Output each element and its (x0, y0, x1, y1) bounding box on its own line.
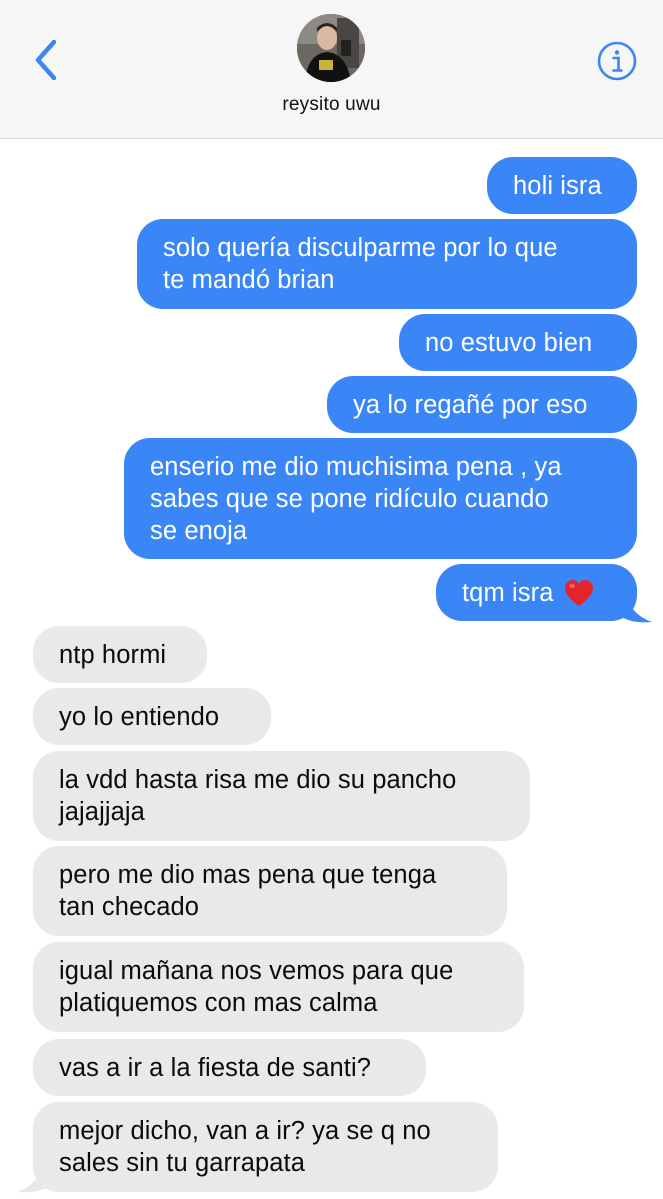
sent-message[interactable]: tqm isra (436, 564, 637, 621)
sent-bubble-tail (618, 596, 652, 623)
message-text: pero me dio mas pena que tenga tan checa… (59, 861, 437, 921)
message-text: igual mañana nos vemos para que platique… (59, 957, 454, 1017)
message-text: la vdd hasta risa me dio su pancho jajaj… (59, 766, 457, 826)
sent-message[interactable]: holi isra (487, 157, 637, 214)
received-bubble-tail (17, 1166, 51, 1193)
message-text: holi isra (513, 171, 602, 200)
message-text: vas a ir a la fiesta de santi? (59, 1053, 372, 1082)
conversation-header: reysito uwu (0, 0, 663, 139)
received-message[interactable]: vas a ir a la fiesta de santi? (33, 1039, 426, 1096)
message-text: ntp hormi (59, 640, 167, 669)
avatar-photo (297, 14, 365, 82)
info-icon (597, 41, 637, 81)
received-message[interactable]: pero me dio mas pena que tenga tan checa… (33, 846, 507, 936)
sent-message[interactable]: solo quería disculparme por lo que te ma… (137, 219, 637, 309)
message-text: solo quería disculparme por lo que te ma… (163, 234, 558, 294)
back-button[interactable] (28, 36, 68, 84)
contact-name[interactable]: reysito uwu (0, 94, 663, 116)
message-text: no estuvo bien (425, 328, 593, 357)
sent-message[interactable]: ya lo regañé por eso (327, 376, 637, 433)
avatar[interactable] (297, 14, 365, 82)
sent-message[interactable]: no estuvo bien (399, 314, 637, 371)
info-button[interactable] (596, 40, 638, 82)
received-message[interactable]: yo lo entiendo (33, 688, 271, 745)
red-heart-icon (565, 579, 594, 606)
message-text: tqm isra (462, 578, 554, 607)
received-message[interactable]: igual mañana nos vemos para que platique… (33, 942, 524, 1032)
received-message[interactable]: ntp hormi (33, 626, 207, 683)
chevron-left-icon (35, 39, 57, 81)
received-message[interactable]: mejor dicho, van a ir? ya se q no sales … (33, 1102, 498, 1192)
message-text: enserio me dio muchisima pena , ya sabes… (150, 452, 562, 545)
message-text: ya lo regañé por eso (353, 390, 588, 419)
message-text: yo lo entiendo (59, 702, 220, 731)
received-message[interactable]: la vdd hasta risa me dio su pancho jajaj… (33, 751, 530, 841)
sent-message[interactable]: enserio me dio muchisima pena , ya sabes… (124, 438, 637, 559)
message-text: mejor dicho, van a ir? ya se q no sales … (59, 1117, 431, 1177)
